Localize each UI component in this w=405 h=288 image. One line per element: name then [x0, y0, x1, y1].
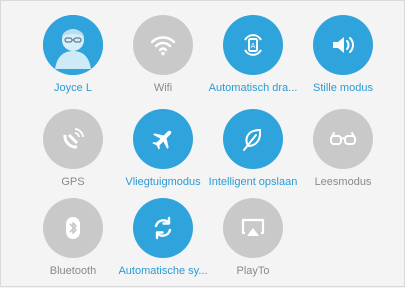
tile-wifi[interactable]: Wifi	[118, 15, 208, 105]
cast-icon	[241, 218, 265, 236]
tile-bluetooth[interactable]: Bluetooth	[28, 198, 118, 288]
leaf-icon	[243, 128, 262, 151]
svg-text:A: A	[251, 43, 256, 50]
tile-user-profile[interactable]: Joyce L	[28, 15, 118, 105]
gps-icon	[63, 128, 84, 149]
sync-icon	[154, 216, 172, 240]
silent-mode-toggle[interactable]	[313, 15, 373, 75]
quick-settings-panel: Joyce L Wifi A Automatisch dra... Stille…	[0, 0, 405, 287]
wifi-icon	[150, 36, 176, 56]
auto-sync-toggle[interactable]	[133, 198, 193, 258]
wifi-toggle[interactable]	[133, 15, 193, 75]
tile-intelligent-save[interactable]: Intelligent opslaan	[208, 109, 298, 199]
gps-toggle[interactable]	[43, 109, 103, 169]
volume-icon	[333, 37, 354, 53]
auto-rotate-icon: A	[244, 34, 262, 56]
intelligent-save-toggle[interactable]	[223, 109, 283, 169]
tile-reading-mode[interactable]: Leesmodus	[298, 109, 388, 199]
reading-mode-toggle[interactable]	[313, 109, 373, 169]
tile-airplane-mode[interactable]: Vliegtuigmodus	[118, 109, 208, 199]
airplane-icon	[152, 130, 172, 150]
tile-auto-rotate[interactable]: A Automatisch dra...	[208, 15, 298, 105]
playto-toggle[interactable]	[223, 198, 283, 258]
avatar[interactable]	[43, 15, 103, 75]
bluetooth-toggle[interactable]	[43, 198, 103, 258]
auto-rotate-toggle[interactable]: A	[223, 15, 283, 75]
avatar-icon	[43, 15, 103, 75]
glasses-icon	[330, 132, 356, 145]
airplane-mode-toggle[interactable]	[133, 109, 193, 169]
tile-playto[interactable]: PlayTo	[208, 198, 298, 288]
tile-silent-mode[interactable]: Stille modus	[298, 15, 388, 105]
bluetooth-icon	[66, 217, 80, 239]
tile-label: Stille modus	[313, 82, 373, 94]
tile-label: PlayTo	[236, 265, 270, 277]
tile-auto-sync[interactable]: Automatische sy...	[118, 198, 208, 288]
tile-label: Leesmodus	[314, 176, 372, 188]
tile-gps[interactable]: GPS	[28, 109, 118, 199]
